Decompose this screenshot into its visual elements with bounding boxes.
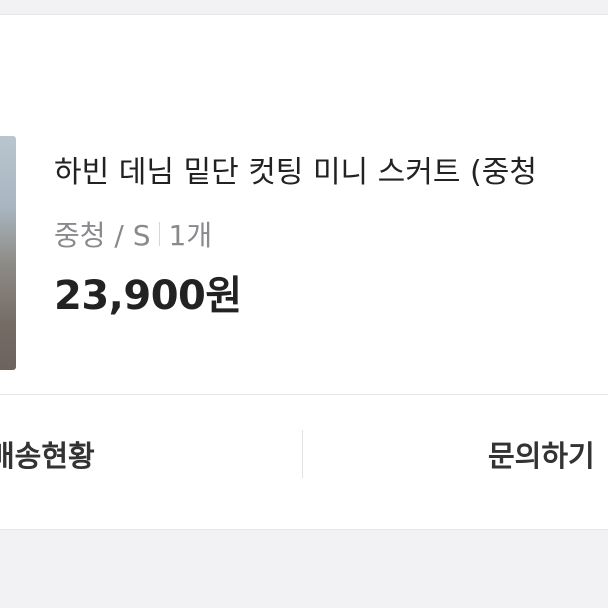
inquiry-label: 문의하기: [488, 438, 595, 473]
delivery-status-label: 배송현황: [0, 438, 95, 473]
inquiry-button[interactable]: 문의하기: [488, 395, 608, 512]
product-thumbnail[interactable]: [0, 136, 16, 370]
option-color-size: 중청 / S: [54, 219, 151, 252]
option-quantity: 1개: [168, 219, 213, 252]
product-price: 23,900원: [54, 273, 242, 319]
option-divider: [158, 222, 160, 246]
product-options: 중청 / S 1개: [54, 212, 212, 256]
product-title[interactable]: 하빈 데님 밑단 컷팅 미니 스커트 (중청: [54, 151, 608, 195]
delivery-status-button[interactable]: 배송현황: [0, 395, 288, 512]
button-divider: [302, 430, 303, 478]
